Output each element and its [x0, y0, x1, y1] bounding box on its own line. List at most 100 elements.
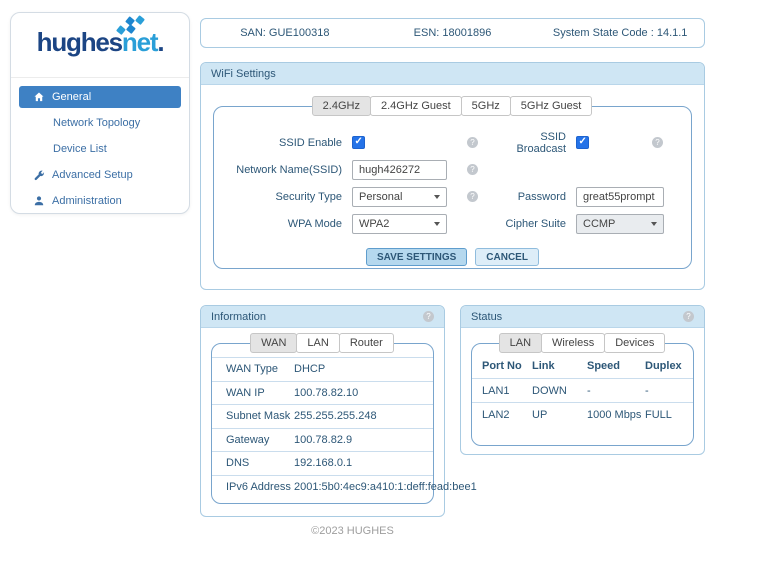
help-icon[interactable]: [652, 137, 663, 148]
table-row: LAN2 UP 1000 Mbps FULL: [472, 402, 693, 426]
cell-duplex: FULL: [645, 408, 672, 421]
cell-speed: -: [587, 384, 591, 397]
table-row: Gateway 100.78.82.9: [212, 427, 433, 452]
form-row-security: Security Type Personal Password: [214, 183, 691, 210]
row-label: Gateway: [226, 433, 270, 446]
tab-24ghz-guest[interactable]: 2.4GHz Guest: [369, 96, 462, 116]
row-value: 255.255.255.248: [294, 410, 377, 423]
cell-duplex: -: [645, 384, 649, 397]
chevron-down-icon: [651, 221, 657, 226]
hughesnet-logo: hughesnet.: [11, 13, 189, 69]
tab-status-lan[interactable]: LAN: [498, 333, 543, 353]
wpa-mode-select[interactable]: WPA2: [352, 213, 447, 234]
cipher-suite-value: CCMP: [583, 217, 616, 230]
table-row: Subnet Mask 255.255.255.248: [212, 404, 433, 428]
sidebar-item-network-topology[interactable]: Network Topology: [19, 112, 181, 134]
sidebar-item-advanced-setup[interactable]: Advanced Setup: [19, 164, 181, 186]
status-header: Status: [461, 306, 704, 328]
form-row-wpa: WPA Mode WPA2 Cipher Suite CCMP: [214, 210, 691, 237]
ssid-enable-label: SSID Enable: [279, 136, 342, 149]
status-tabs: LAN Wireless Devices: [461, 333, 704, 353]
person-icon: [33, 195, 45, 207]
system-info-bar: SAN: GUE100318 ESN: 18001896 System Stat…: [200, 18, 705, 48]
save-settings-button[interactable]: SAVE SETTINGS: [366, 248, 468, 266]
cell-link: UP: [532, 408, 548, 421]
password-input[interactable]: [576, 186, 664, 207]
row-value: DHCP: [294, 363, 326, 376]
col-port-no: Port No: [482, 360, 522, 372]
logo-text-hughes: hughes: [36, 27, 123, 57]
table-row: DNS 192.168.0.1: [212, 451, 433, 475]
row-label: Subnet Mask: [226, 410, 291, 423]
tab-wireless[interactable]: Wireless: [541, 333, 606, 353]
row-value: 2001:5b0:4ec9:a410:1:deff:fead:bee1: [294, 480, 477, 493]
sidebar-item-device-list[interactable]: Device List: [19, 138, 181, 160]
wifi-settings-header: WiFi Settings: [201, 63, 704, 85]
help-icon[interactable]: [467, 137, 478, 148]
form-buttons: SAVE SETTINGS CANCEL: [214, 248, 691, 266]
sidebar-menu: General Network Topology Device List Adv…: [11, 86, 189, 212]
wifi-settings-panel: WiFi Settings 2.4GHz 2.4GHz Guest 5GHz 5…: [200, 62, 705, 290]
help-icon[interactable]: [423, 311, 434, 322]
home-icon: [33, 91, 45, 103]
esn-value: ESN: 18001896: [413, 27, 492, 39]
help-icon[interactable]: [683, 311, 694, 322]
wpa-mode-value: WPA2: [359, 217, 390, 230]
tab-5ghz-guest[interactable]: 5GHz Guest: [509, 96, 593, 116]
help-icon[interactable]: [467, 164, 478, 175]
sidebar-item-general[interactable]: General: [19, 86, 181, 108]
system-state-code: System State Code : 14.1.1: [552, 27, 688, 39]
col-speed: Speed: [587, 360, 621, 372]
security-type-value: Personal: [359, 190, 403, 203]
col-duplex: Duplex: [645, 360, 682, 372]
help-icon[interactable]: [467, 191, 478, 202]
tab-wan[interactable]: WAN: [250, 333, 298, 353]
row-value: 100.78.82.9: [294, 433, 353, 446]
information-tabs: WAN LAN Router: [201, 333, 444, 353]
sidebar-divider: [11, 77, 189, 78]
information-table: WAN Type DHCP WAN IP 100.78.82.10 Subnet…: [211, 343, 477, 504]
sidebar-item-label: Device List: [53, 143, 107, 155]
wifi-settings-title: WiFi Settings: [211, 67, 276, 80]
ssid-broadcast-checkbox[interactable]: [576, 136, 589, 149]
table-row: LAN1 DOWN - -: [472, 378, 693, 402]
cipher-suite-label: Cipher Suite: [505, 217, 566, 230]
status-table: Port No Link Speed Duplex LAN1 DOWN - - …: [471, 343, 694, 446]
row-label: WAN IP: [226, 386, 265, 399]
tab-lan[interactable]: LAN: [296, 333, 340, 353]
form-row-ssid: SSID Enable SSID Broadcast: [214, 129, 691, 156]
col-link: Link: [532, 360, 555, 372]
sidebar-item-administration[interactable]: Administration: [19, 190, 181, 212]
tab-24ghz[interactable]: 2.4GHz: [311, 96, 371, 116]
network-name-input[interactable]: [352, 159, 447, 180]
information-title: Information: [211, 310, 267, 323]
cell-port: LAN2: [482, 408, 510, 421]
tab-devices[interactable]: Devices: [604, 333, 666, 353]
sidebar-item-label: General: [52, 91, 92, 103]
information-panel: Information WAN LAN Router WAN Type DHCP…: [200, 305, 477, 517]
network-name-label: Network Name(SSID): [236, 163, 342, 176]
cell-speed: 1000 Mbps: [587, 408, 642, 421]
table-row: IPv6 Address 2001:5b0:4ec9:a410:1:deff:f…: [212, 474, 477, 499]
status-title: Status: [471, 310, 503, 323]
chevron-down-icon: [434, 194, 440, 199]
cancel-button[interactable]: CANCEL: [475, 248, 539, 266]
row-value: 100.78.82.10: [294, 386, 359, 399]
cipher-suite-select[interactable]: CCMP: [576, 213, 664, 234]
form-row-network-name: Network Name(SSID): [214, 156, 691, 183]
ssid-enable-checkbox[interactable]: [352, 136, 365, 149]
wpa-mode-label: WPA Mode: [287, 217, 342, 230]
sidebar-item-label: Administration: [52, 195, 122, 207]
tab-5ghz[interactable]: 5GHz: [460, 96, 511, 116]
security-type-select[interactable]: Personal: [352, 186, 447, 207]
table-row: WAN IP 100.78.82.10: [212, 380, 433, 405]
row-label: DNS: [226, 457, 250, 470]
logo-text: hughesnet.: [11, 29, 189, 55]
cell-port: LAN1: [482, 384, 510, 397]
sidebar-item-label: Advanced Setup: [52, 169, 133, 181]
row-label: IPv6 Address: [226, 480, 291, 493]
row-value: 192.168.0.1: [294, 457, 353, 470]
tab-router[interactable]: Router: [338, 333, 394, 353]
copyright-text: ©2023 HUGHES: [311, 525, 394, 537]
ssid-broadcast-label: SSID Broadcast: [516, 130, 566, 155]
